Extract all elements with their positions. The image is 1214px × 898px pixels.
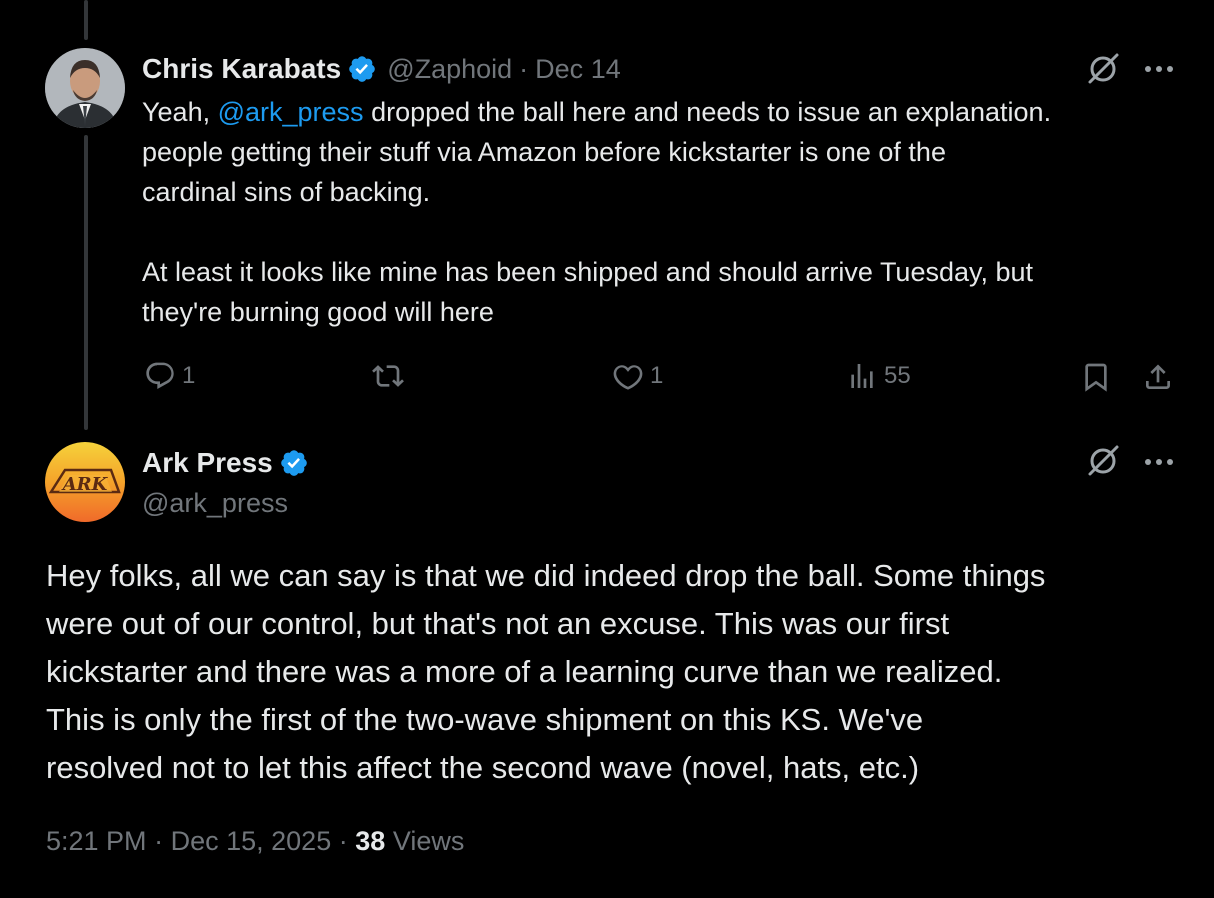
main-post-body: Hey folks, all we can say is that we did… <box>46 552 1196 792</box>
verified-badge-icon <box>347 54 377 84</box>
reply-line-3: cardinal sins of backing. <box>142 177 431 207</box>
separator-dot: · <box>519 53 529 84</box>
like-count: 1 <box>650 362 664 389</box>
grok-icon[interactable] <box>1086 444 1120 478</box>
thread-line-bottom <box>84 135 88 430</box>
verified-badge-icon <box>279 448 309 478</box>
views-icon <box>846 360 878 392</box>
main-line-2: were out of our control, but that's not … <box>46 606 950 641</box>
grok-icon[interactable] <box>1086 52 1120 86</box>
main-line-4: This is only the first of the two-wave s… <box>46 702 924 737</box>
share-button[interactable] <box>1142 360 1174 394</box>
reply-body: Yeah, @ark_press dropped the ball here a… <box>142 92 1202 332</box>
main-header: Ark Press <box>142 444 309 482</box>
reply-button[interactable]: 1 <box>144 360 195 392</box>
repost-button[interactable] <box>372 360 410 392</box>
main-line-1: Hey folks, all we can say is that we did… <box>46 558 1046 593</box>
more-icon[interactable] <box>1144 64 1174 74</box>
main-author-avatar[interactable]: ARK <box>45 442 125 522</box>
separator-dot: · <box>338 826 348 856</box>
like-button[interactable]: 1 <box>612 360 663 392</box>
svg-text:ARK: ARK <box>61 474 109 495</box>
repost-icon <box>372 360 404 392</box>
reply-line-2: people getting their stuff via Amazon be… <box>142 137 946 167</box>
post-meta: 5:21 PM · Dec 15, 2025 · 38 Views <box>46 826 464 857</box>
reply-line-1: Yeah, @ark_press dropped the ball here a… <box>142 97 1052 127</box>
reply-author-avatar[interactable] <box>45 48 125 128</box>
main-line-3: kickstarter and there was a more of a le… <box>46 654 1003 689</box>
more-icon[interactable] <box>1144 457 1174 467</box>
reply-count: 1 <box>182 362 196 389</box>
reply-date[interactable]: Dec 14 <box>535 54 621 85</box>
views-label: Views <box>392 826 465 856</box>
views-number: 38 <box>355 826 386 856</box>
views-count: 55 <box>884 362 911 389</box>
reply-author-name[interactable]: Chris Karabats <box>142 53 341 85</box>
separator-dot: · <box>154 826 164 856</box>
thread-line-top <box>84 0 88 40</box>
reply-header: Chris Karabats @Zaphoid · Dec 14 <box>142 50 621 88</box>
reply-line-5: they're burning good will here <box>142 297 494 327</box>
reply-author-handle[interactable]: @Zaphoid <box>387 54 512 85</box>
main-author-name[interactable]: Ark Press <box>142 447 273 479</box>
post-date[interactable]: Dec 15, 2025 <box>171 826 332 856</box>
share-icon <box>1142 360 1174 394</box>
mention-link[interactable]: @ark_press <box>218 97 364 127</box>
views-button[interactable]: 55 <box>846 360 911 392</box>
main-line-5: resolved not to let this affect the seco… <box>46 750 920 785</box>
heart-icon <box>612 360 644 392</box>
main-handle-row: @ark_press <box>142 484 288 522</box>
reply-icon <box>144 360 176 392</box>
bookmark-icon <box>1080 360 1112 394</box>
post-time[interactable]: 5:21 PM <box>46 826 147 856</box>
reply-line-4: At least it looks like mine has been shi… <box>142 257 1034 287</box>
bookmark-button[interactable] <box>1080 360 1112 394</box>
main-author-handle[interactable]: @ark_press <box>142 488 288 519</box>
